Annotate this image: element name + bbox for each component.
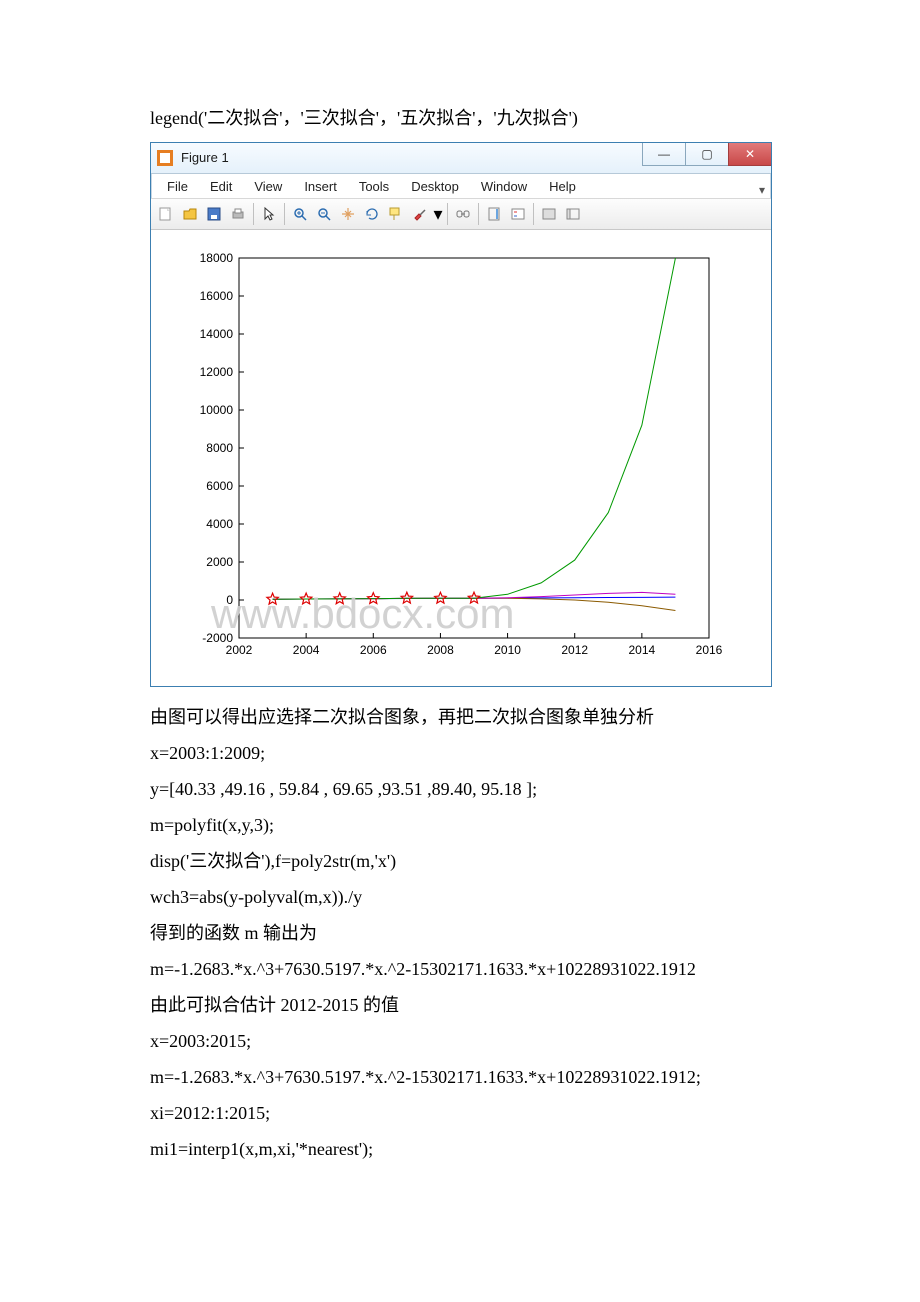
svg-text:2008: 2008 [427, 643, 454, 657]
code-line: legend('二次拟合'，'三次拟合'，'五次拟合'，'九次拟合') [150, 100, 770, 136]
menu-desktop[interactable]: Desktop [401, 174, 469, 200]
code-line: m=-1.2683.*x.^3+7630.5197.*x.^2-15302171… [150, 1059, 770, 1095]
code-line: x=2003:1:2009; [150, 735, 770, 771]
svg-text:18000: 18000 [200, 251, 234, 265]
svg-text:10000: 10000 [200, 403, 234, 417]
separator [447, 203, 448, 225]
code-line: x=2003:2015; [150, 1023, 770, 1059]
maximize-button[interactable]: ▢ [685, 143, 728, 166]
brush-icon[interactable] [409, 203, 431, 225]
window-title: Figure 1 [181, 145, 229, 171]
svg-text:2006: 2006 [360, 643, 387, 657]
title-bar: Figure 1 — ▢ ✕ [151, 143, 771, 174]
code-line: y=[40.33 ,49.16 , 59.84 , 69.65 ,93.51 ,… [150, 771, 770, 807]
svg-text:4000: 4000 [206, 517, 233, 531]
zoom-out-icon[interactable] [313, 203, 335, 225]
code-line: xi=2012:1:2015; [150, 1095, 770, 1131]
svg-text:2004: 2004 [293, 643, 320, 657]
hide-plot-tools-icon[interactable] [538, 203, 560, 225]
zoom-in-icon[interactable] [289, 203, 311, 225]
code-line: disp('三次拟合'),f=poly2str(m,'x') [150, 843, 770, 879]
svg-text:16000: 16000 [200, 289, 234, 303]
svg-text:2002: 2002 [226, 643, 253, 657]
svg-text:2014: 2014 [629, 643, 656, 657]
body-text: 得到的函数 m 输出为 [150, 915, 770, 951]
body-text: 由此可拟合估计 2012-2015 的值 [150, 987, 770, 1023]
print-icon[interactable] [227, 203, 249, 225]
svg-text:2000: 2000 [206, 555, 233, 569]
legend-icon[interactable] [507, 203, 529, 225]
dropdown-icon[interactable]: ▾ [433, 203, 443, 225]
menu-window[interactable]: Window [471, 174, 537, 200]
body-text: 由图可以得出应选择二次拟合图象，再把二次拟合图象单独分析 [150, 699, 770, 735]
show-plot-tools-icon[interactable] [562, 203, 584, 225]
rotate-icon[interactable] [361, 203, 383, 225]
window-controls: — ▢ ✕ [642, 143, 771, 165]
save-icon[interactable] [203, 203, 225, 225]
svg-text:2016: 2016 [696, 643, 723, 657]
code-line: m=polyfit(x,y,3); [150, 807, 770, 843]
menu-insert[interactable]: Insert [294, 174, 347, 200]
menu-edit[interactable]: Edit [200, 174, 242, 200]
menu-tools[interactable]: Tools [349, 174, 399, 200]
svg-text:0: 0 [226, 593, 233, 607]
colorbar-icon[interactable] [483, 203, 505, 225]
svg-text:6000: 6000 [206, 479, 233, 493]
matlab-icon [157, 150, 173, 166]
svg-text:2012: 2012 [561, 643, 588, 657]
menu-bar: File Edit View Insert Tools Desktop Wind… [151, 174, 771, 199]
toolbar: ▾ [151, 199, 771, 230]
plot-area: -200002000400060008000100001200014000160… [151, 230, 771, 686]
open-icon[interactable] [179, 203, 201, 225]
code-line: wch3=abs(y-polyval(m,x))./y [150, 879, 770, 915]
pan-icon[interactable] [337, 203, 359, 225]
svg-text:8000: 8000 [206, 441, 233, 455]
code-line: mi1=interp1(x,m,xi,'*nearest'); [150, 1131, 770, 1167]
code-line: m=-1.2683.*x.^3+7630.5197.*x.^2-15302171… [150, 951, 770, 987]
separator [253, 203, 254, 225]
separator [533, 203, 534, 225]
close-button[interactable]: ✕ [728, 143, 771, 166]
chart: -200002000400060008000100001200014000160… [169, 248, 729, 668]
menu-file[interactable]: File [157, 174, 198, 200]
link-icon[interactable] [452, 203, 474, 225]
new-icon[interactable] [155, 203, 177, 225]
menu-view[interactable]: View [244, 174, 292, 200]
separator [478, 203, 479, 225]
separator [284, 203, 285, 225]
pointer-icon[interactable] [258, 203, 280, 225]
matlab-figure-window: Figure 1 — ▢ ✕ File Edit View Insert Too… [150, 142, 772, 687]
svg-text:14000: 14000 [200, 327, 234, 341]
minimize-button[interactable]: — [642, 143, 685, 166]
menu-help[interactable]: Help [539, 174, 586, 200]
svg-text:2010: 2010 [494, 643, 521, 657]
datatip-icon[interactable] [385, 203, 407, 225]
svg-text:12000: 12000 [200, 365, 234, 379]
menu-overflow-icon[interactable]: ▾ [759, 178, 765, 202]
